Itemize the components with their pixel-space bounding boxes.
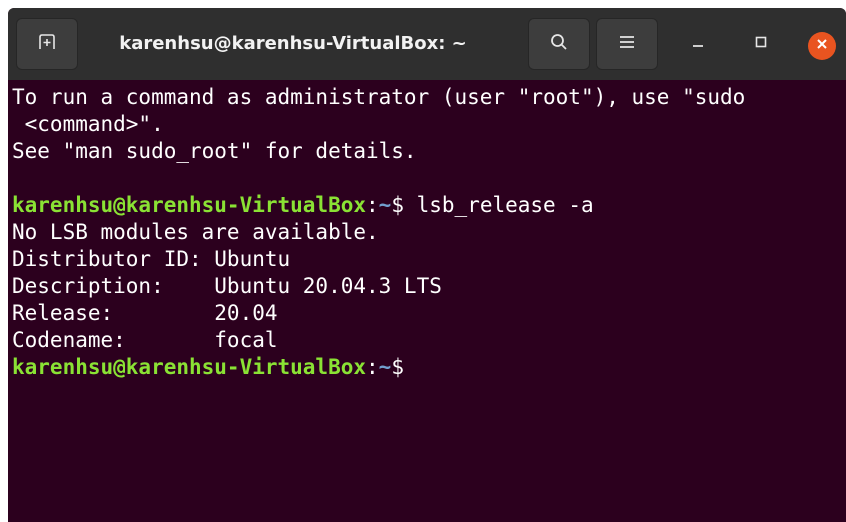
maximize-button[interactable]: [741, 24, 781, 64]
terminal-line: <command>".: [12, 112, 164, 136]
prompt-dollar: $: [391, 355, 404, 379]
terminal-line: Release: 20.04: [12, 301, 278, 325]
hamburger-menu-icon: [619, 35, 635, 54]
prompt-colon: :: [366, 193, 379, 217]
prompt-user-host: karenhsu@karenhsu-VirtualBox: [12, 355, 367, 379]
close-button[interactable]: [808, 32, 836, 60]
terminal-window: karenhsu@karenhsu-VirtualBox: ~ To run a…: [8, 8, 846, 522]
prompt-colon: :: [366, 355, 379, 379]
terminal-line: Distributor ID: Ubuntu: [12, 247, 291, 271]
menu-button[interactable]: [596, 18, 658, 70]
terminal-line: No LSB modules are available.: [12, 220, 379, 244]
prompt-path: ~: [378, 193, 392, 217]
terminal-line: Codename: focal: [12, 328, 278, 352]
minimize-icon: [691, 35, 705, 54]
new-tab-button[interactable]: [16, 18, 78, 70]
prompt-dollar: $: [391, 193, 404, 217]
terminal-output[interactable]: To run a command as administrator (user …: [8, 80, 846, 522]
maximize-icon: [754, 35, 768, 54]
terminal-line: To run a command as administrator (user …: [12, 85, 746, 109]
typed-command: lsb_release -a: [403, 193, 594, 217]
prompt-user-host: karenhsu@karenhsu-VirtualBox: [12, 193, 367, 217]
command-prompt-line: karenhsu@karenhsu-VirtualBox:~$: [12, 354, 846, 381]
prompt-path: ~: [378, 355, 392, 379]
search-icon: [550, 33, 568, 56]
terminal-line: Description: Ubuntu 20.04.3 LTS: [12, 274, 442, 298]
window-title: karenhsu@karenhsu-VirtualBox: ~: [119, 33, 467, 54]
minimize-button[interactable]: [678, 24, 718, 64]
new-tab-icon: [39, 33, 55, 55]
command-prompt-line: karenhsu@karenhsu-VirtualBox:~$ lsb_rele…: [12, 192, 846, 219]
close-icon: [816, 37, 828, 55]
terminal-line: See "man sudo_root" for details.: [12, 139, 417, 163]
title-bar: karenhsu@karenhsu-VirtualBox: ~: [8, 8, 846, 80]
search-button[interactable]: [528, 18, 590, 70]
